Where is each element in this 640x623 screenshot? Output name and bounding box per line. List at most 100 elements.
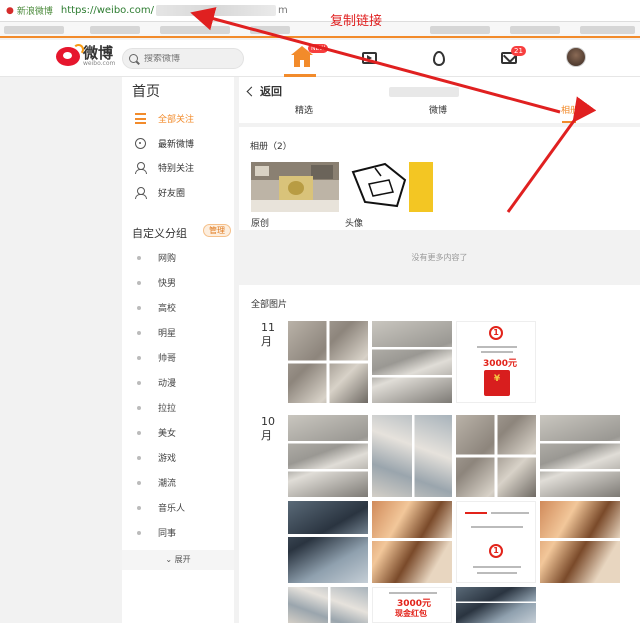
sidebar-item-label: 特别关注 <box>158 164 195 174</box>
sidebar-group-item[interactable]: 动漫 <box>137 376 176 389</box>
bookmark-item[interactable] <box>90 26 140 34</box>
album-cover-avatar[interactable] <box>345 162 433 212</box>
bookmark-item[interactable] <box>160 26 230 34</box>
home-icon <box>291 45 313 67</box>
group-label: 美女 <box>158 429 177 439</box>
tab-weibo[interactable]: 微博 <box>429 103 447 116</box>
weibo-logo[interactable]: 微博 weibo.com <box>56 44 116 67</box>
bullet-icon <box>137 255 141 260</box>
home-new-badge: NEW <box>308 44 329 53</box>
album-caption: 头像 <box>345 219 364 229</box>
photo-thumbnail[interactable] <box>372 415 452 497</box>
ad-red-packet-text: 现金红包 <box>395 609 427 618</box>
ad-text-line <box>465 512 487 514</box>
list-icon <box>135 113 146 124</box>
bullet-icon <box>137 355 141 360</box>
bookmark-item[interactable] <box>510 26 560 34</box>
sidebar-group-item[interactable]: 网购 <box>137 251 176 264</box>
nav-hot-button[interactable] <box>427 48 451 68</box>
search-box[interactable] <box>122 48 244 69</box>
sidebar-item-friends[interactable]: 好友圈 <box>135 186 185 199</box>
url-prefix[interactable]: https://weibo.com/ <box>61 5 154 16</box>
sidebar-group-item[interactable]: 高校 <box>137 301 176 314</box>
group-label: 游戏 <box>158 454 177 464</box>
album-caption: 原创 <box>251 219 270 229</box>
ad-text-line <box>389 592 437 594</box>
sidebar-item-label: 好友圈 <box>158 189 186 199</box>
group-label: 明星 <box>158 329 177 339</box>
weibo-favicon-icon: ● <box>6 5 14 16</box>
sidebar-group-item[interactable]: 音乐人 <box>137 501 185 514</box>
photo-thumbnail[interactable] <box>372 321 452 403</box>
group-label: 动漫 <box>158 379 177 389</box>
photo-thumbnail[interactable] <box>288 321 368 403</box>
bullet-icon <box>137 330 141 335</box>
sidebar-group-item[interactable]: 帅哥 <box>137 351 176 364</box>
group-label: 音乐人 <box>158 504 186 514</box>
photo-thumbnail[interactable] <box>540 501 620 583</box>
flame-icon <box>433 50 445 66</box>
photo-thumbnail[interactable]: 3000元 现金红包 <box>372 587 452 623</box>
sidebar-group-item[interactable]: 同事 <box>137 526 176 539</box>
sidebar-item-label: 最新微博 <box>158 140 195 150</box>
photo-thumbnail[interactable] <box>288 501 368 583</box>
photo-thumbnail[interactable] <box>288 587 368 623</box>
albums-tab-indicator <box>562 121 576 123</box>
group-label: 潮流 <box>158 479 177 489</box>
manage-groups-button[interactable]: 管理 <box>203 224 231 237</box>
bookmark-item[interactable] <box>250 26 290 34</box>
site-name: 新浪微博 <box>16 7 53 17</box>
bookmark-item[interactable] <box>430 26 490 34</box>
annotation-label: 复制链接 <box>330 14 383 29</box>
sidebar-item-label: 全部关注 <box>158 115 195 125</box>
bullet-icon <box>137 430 141 435</box>
back-label: 返回 <box>260 85 282 98</box>
group-label: 同事 <box>158 529 177 539</box>
ad-text-line <box>477 572 517 574</box>
url-suffix[interactable]: m <box>278 5 288 16</box>
bookmark-item[interactable] <box>4 26 64 34</box>
expand-groups-button[interactable]: ⌄ 展开 <box>122 550 234 570</box>
sidebar-group-item[interactable]: 拉拉 <box>137 401 176 414</box>
browser-address-bar[interactable]: ● 新浪微博 https://weibo.com/ m <box>0 0 640 22</box>
nav-video-button[interactable] <box>357 48 381 68</box>
sidebar-group-item[interactable]: 快男 <box>137 276 176 289</box>
sidebar-item-latest[interactable]: 最新微博 <box>135 137 194 150</box>
video-icon <box>361 52 377 64</box>
photo-thumbnail[interactable] <box>456 415 536 497</box>
profile-name-redacted <box>389 87 459 97</box>
user-avatar[interactable] <box>566 47 586 67</box>
group-label: 快男 <box>158 279 177 289</box>
group-label: 网购 <box>158 254 177 264</box>
bookmarks-bar <box>0 22 640 38</box>
back-button[interactable]: 返回 <box>246 83 282 99</box>
user-star-icon <box>135 162 147 174</box>
bullet-icon <box>137 455 141 460</box>
bullet-icon <box>137 505 141 510</box>
tab-albums[interactable]: 相册 <box>561 103 579 116</box>
photo-thumbnail[interactable] <box>540 415 620 497</box>
photo-thumbnail[interactable]: 1 3000元 <box>456 321 536 403</box>
sidebar-group-item[interactable]: 明星 <box>137 326 176 339</box>
sidebar-group-item[interactable]: 美女 <box>137 426 176 439</box>
albums-section: 相册（2） 原创 头像 <box>239 127 640 230</box>
sidebar-group-item[interactable]: 潮流 <box>137 476 176 489</box>
photo-thumbnail[interactable] <box>372 501 452 583</box>
bullet-icon <box>137 405 141 410</box>
sidebar-item-special[interactable]: 特别关注 <box>135 161 194 174</box>
photo-thumbnail[interactable]: 1 <box>456 501 536 583</box>
search-input[interactable] <box>144 53 239 64</box>
user-group-icon <box>135 187 147 199</box>
ad-number: 1 <box>489 326 503 340</box>
logo-subtext: weibo.com <box>83 60 116 67</box>
sidebar-item-all-following[interactable]: 全部关注 <box>135 112 194 125</box>
all-photos-title: 全部图片 <box>251 300 288 310</box>
tab-featured[interactable]: 精选 <box>295 103 313 116</box>
bullet-icon <box>137 380 141 385</box>
photo-thumbnail[interactable] <box>456 587 536 623</box>
photo-thumbnail[interactable] <box>288 415 368 497</box>
sidebar-group-item[interactable]: 游戏 <box>137 451 176 464</box>
album-cover-original[interactable] <box>251 162 339 212</box>
bookmark-item[interactable] <box>580 26 635 34</box>
profile-header: 返回 精选 微博 相册 <box>239 77 640 123</box>
